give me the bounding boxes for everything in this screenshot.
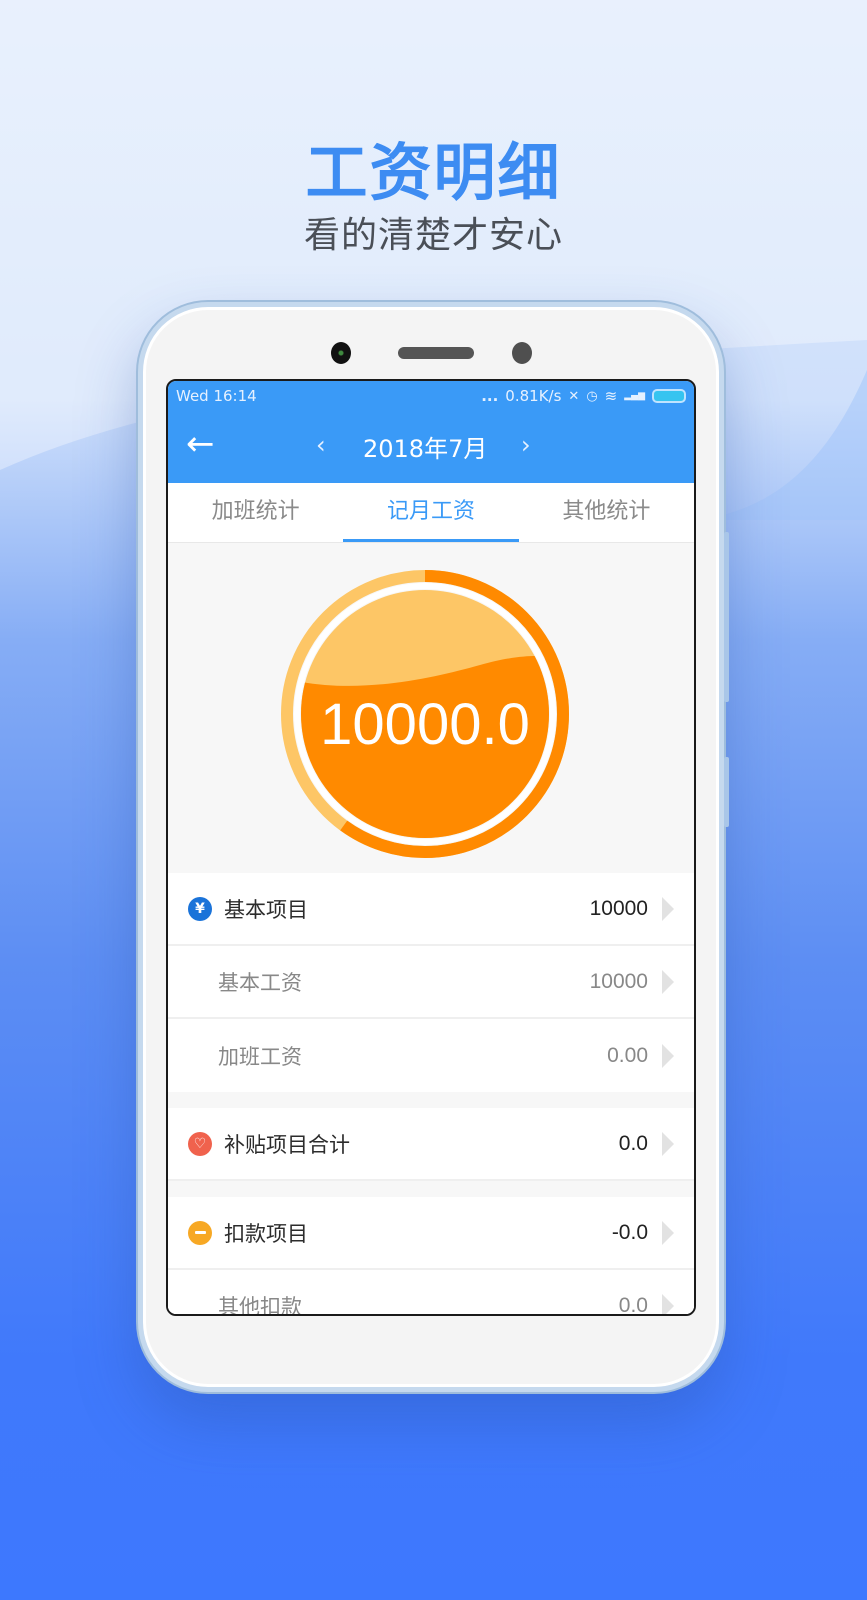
proximity-sensor <box>512 342 532 364</box>
tab-overtime-stats[interactable]: 加班统计 <box>168 483 343 542</box>
app-screen: Wed 16:14 ... 0.81K/s ✕ ◷ ≋ ▂▄▆ ← ‹ 2018… <box>166 379 696 1316</box>
salary-list: ¥ 基本项目 10000 基本工资 10000 加班工资 0.00 ♡ 补贴项目… <box>168 873 694 1316</box>
gauge-value: 10000.0 <box>320 691 530 757</box>
nav-bar: ← ‹ 2018年7月 › <box>168 411 694 483</box>
battery-icon <box>652 389 686 403</box>
chevron-right-icon <box>662 1131 674 1156</box>
status-time: Wed 16:14 <box>176 387 257 405</box>
row-label: 其他扣款 <box>218 1294 302 1316</box>
alarm-icon: ◷ <box>586 388 598 404</box>
row-value: 10000 <box>589 969 648 993</box>
chevron-right-icon <box>662 969 674 994</box>
row-label: 基本项目 <box>224 897 308 922</box>
front-camera-icon <box>331 342 351 364</box>
salary-gauge: 10000.0 <box>168 543 694 873</box>
next-month-button[interactable]: › <box>521 431 531 459</box>
wifi-icon: ≋ <box>604 387 618 405</box>
row-label: 基本工资 <box>218 970 302 995</box>
row-value: -0.0 <box>611 1220 648 1244</box>
heart-icon: ♡ <box>188 1131 212 1156</box>
section-divider <box>168 1181 694 1197</box>
section-header-allowance[interactable]: ♡ 补贴项目合计 0.0 <box>168 1108 694 1181</box>
signal-icon: ▂▄▆ <box>624 391 645 401</box>
promo-subtitle: 看的清楚才安心 <box>303 215 563 256</box>
chevron-right-icon <box>662 1043 674 1068</box>
row-value: 0.0 <box>618 1293 648 1316</box>
more-dots: ... <box>481 387 499 405</box>
back-button[interactable]: ← <box>186 427 215 461</box>
list-item-other-deduction[interactable]: 其他扣款 0.0 <box>168 1270 694 1316</box>
phone-frame: Wed 16:14 ... 0.81K/s ✕ ◷ ≋ ▂▄▆ ← ‹ 2018… <box>138 302 729 1392</box>
prev-month-button[interactable]: ‹ <box>316 431 326 459</box>
chevron-right-icon <box>662 1293 674 1314</box>
speaker-grille <box>398 347 474 359</box>
status-bar: Wed 16:14 ... 0.81K/s ✕ ◷ ≋ ▂▄▆ <box>168 381 694 411</box>
row-value: 0.00 <box>607 1043 648 1067</box>
section-header-deduction[interactable]: 扣款项目 -0.0 <box>168 1197 694 1270</box>
chevron-right-icon <box>662 896 674 921</box>
mute-icon: ✕ <box>568 388 580 404</box>
yen-icon: ¥ <box>188 896 212 921</box>
month-title: 2018年7月 <box>363 435 488 463</box>
chevron-right-icon <box>662 1220 674 1245</box>
power-button <box>724 757 729 827</box>
section-header-basic[interactable]: ¥ 基本项目 10000 <box>168 873 694 946</box>
row-value: 0.0 <box>618 1131 648 1155</box>
volume-button <box>724 532 729 702</box>
tab-other-stats[interactable]: 其他统计 <box>519 483 694 542</box>
list-item-basic-salary[interactable]: 基本工资 10000 <box>168 946 694 1019</box>
list-item-overtime-salary[interactable]: 加班工资 0.00 <box>168 1019 694 1092</box>
row-value: 10000 <box>589 896 648 920</box>
promo-title: 工资明细 <box>305 136 562 209</box>
tab-bar: 加班统计 记月工资 其他统计 <box>168 483 694 543</box>
row-label: 扣款项目 <box>224 1221 308 1246</box>
minus-icon <box>188 1220 212 1245</box>
section-divider <box>168 1092 694 1108</box>
tab-monthly-salary[interactable]: 记月工资 <box>343 483 519 542</box>
row-label: 补贴项目合计 <box>224 1132 350 1157</box>
row-label: 加班工资 <box>218 1044 302 1069</box>
network-speed: 0.81K/s <box>505 387 562 405</box>
